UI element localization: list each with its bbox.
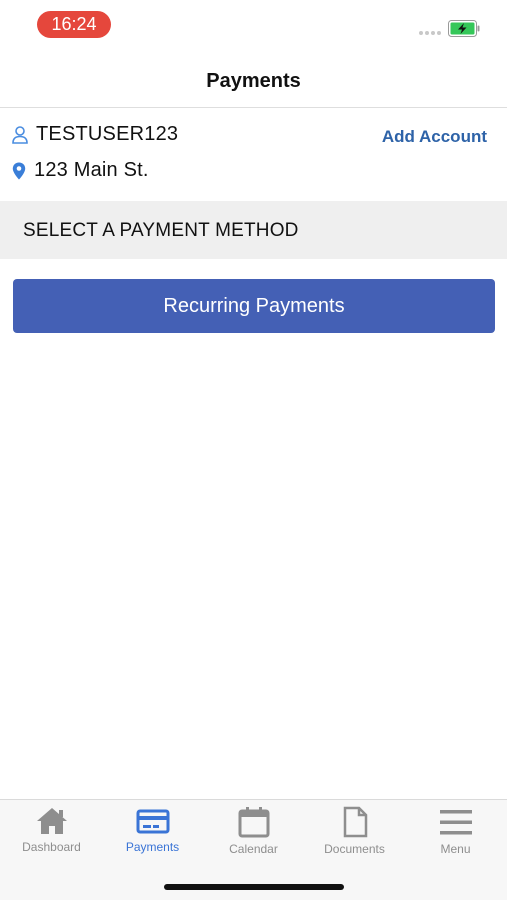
tab-label-calendar: Calendar bbox=[229, 842, 278, 856]
document-icon bbox=[343, 806, 367, 838]
tab-label-documents: Documents bbox=[324, 842, 385, 856]
battery-charging-icon bbox=[448, 20, 480, 37]
tab-documents[interactable]: Documents bbox=[304, 806, 405, 866]
status-time: 16:24 bbox=[37, 11, 111, 38]
add-account-link[interactable]: Add Account bbox=[382, 127, 487, 147]
page-title: Payments bbox=[206, 70, 301, 92]
home-icon bbox=[36, 808, 67, 834]
calendar-icon bbox=[238, 807, 269, 838]
tab-label-menu: Menu bbox=[440, 842, 471, 856]
nav-header: Payments bbox=[0, 50, 507, 108]
payment-method-section-header: SELECT A PAYMENT METHOD bbox=[0, 201, 507, 259]
account-info: TESTUSER123 123 Main St. Add Account bbox=[0, 109, 507, 201]
tab-menu[interactable]: Menu bbox=[405, 806, 506, 866]
tab-dashboard[interactable]: Dashboard bbox=[1, 806, 102, 866]
signal-icon bbox=[419, 31, 441, 35]
section-title: SELECT A PAYMENT METHOD bbox=[23, 220, 299, 241]
tab-label-payments: Payments bbox=[125, 840, 180, 854]
account-user-row: TESTUSER123 bbox=[12, 123, 178, 146]
credit-card-icon bbox=[136, 809, 169, 834]
account-address: 123 Main St. bbox=[34, 159, 149, 181]
account-username: TESTUSER123 bbox=[36, 123, 179, 145]
hamburger-menu-icon bbox=[439, 810, 472, 835]
location-pin-icon bbox=[12, 162, 26, 179]
user-icon bbox=[12, 125, 28, 144]
tab-payments[interactable]: Payments bbox=[102, 806, 203, 866]
recurring-payments-button[interactable]: Recurring Payments bbox=[13, 279, 495, 333]
account-address-row: 123 Main St. bbox=[12, 159, 149, 182]
status-bar: 16:24 bbox=[0, 0, 507, 50]
tab-calendar[interactable]: Calendar bbox=[203, 806, 304, 866]
home-indicator[interactable] bbox=[164, 884, 344, 890]
tab-label-dashboard: Dashboard bbox=[22, 840, 81, 854]
